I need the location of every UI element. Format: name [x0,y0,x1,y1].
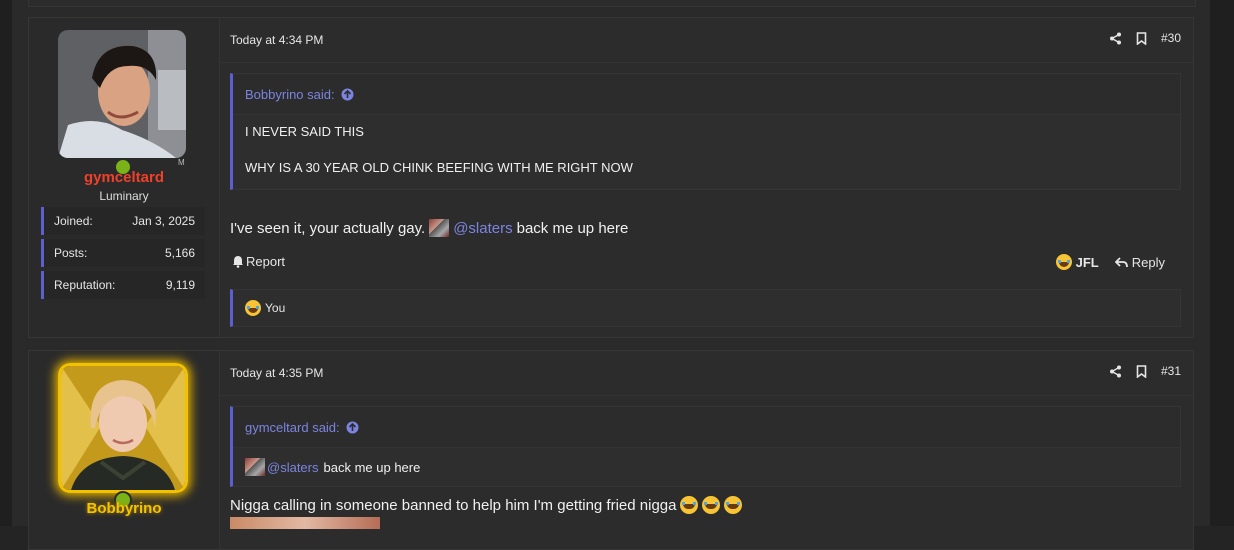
post-number[interactable]: #31 [1161,364,1181,378]
stat-value: Jan 3, 2025 [132,214,195,228]
stat-value: 9,119 [165,278,195,292]
quote-line: I NEVER SAID THIS [245,124,364,139]
bell-icon [233,256,243,268]
quote-block: Bobbyrino said: I NEVER SAID THIS WHY IS… [230,73,1181,190]
post-body: Nigga calling in someone banned to help … [230,496,743,514]
post-30: M gymceltard Luminary Joined: Jan 3, 202… [28,17,1194,338]
avatar[interactable]: M [58,30,188,176]
stat-reputation: Reputation: 9,119 [41,271,205,299]
tears-of-joy-icon [1055,254,1072,270]
reply-label[interactable]: Reply [1132,255,1165,270]
reaction-label[interactable]: JFL [1076,255,1099,270]
quote-author[interactable]: gymceltard said: [245,420,340,435]
body-text: I've seen it, your actually gay. [230,219,426,237]
quote-header[interactable]: Bobbyrino said: [233,74,1180,115]
reacted-by[interactable]: You [265,301,285,315]
body-text: Nigga calling in someone banned to help … [230,496,677,514]
report-label[interactable]: Report [246,254,285,269]
username[interactable]: gymceltard [29,169,219,186]
arrow-up-circle-icon[interactable] [341,88,354,101]
post-actions: #30 [1109,31,1181,45]
post-31: Bobbyrino Today at 4:35 PM #31 gymceltar… [28,350,1194,550]
post-number[interactable]: #30 [1161,31,1181,45]
reactions-bar[interactable]: You [230,289,1181,327]
stat-value: 5,166 [164,246,195,260]
quote-header[interactable]: gymceltard said: [233,407,1180,448]
reply-button[interactable]: Reply [1114,255,1165,270]
tears-of-joy-icon [724,496,743,514]
post-header: Today at 4:34 PM #30 [220,18,1193,63]
mention-avatar [429,219,450,237]
user-panel: Bobbyrino [29,351,220,549]
post-header: Today at 4:35 PM #31 [220,351,1193,396]
arrow-up-circle-icon[interactable] [346,421,359,434]
badge-icon: M [178,158,185,167]
message-column: Today at 4:34 PM #30 Bobbyrino said: I N… [220,18,1193,337]
quote-content: @slaters back me up here [233,448,1180,484]
mention-link[interactable]: @slaters [267,460,319,475]
body-text: back me up here [516,219,629,237]
embedded-image[interactable] [230,517,380,529]
post-body: I've seen it, your actually gay. @slater… [230,219,628,237]
tears-of-joy-icon [702,496,721,514]
user-panel: M gymceltard Luminary Joined: Jan 3, 202… [29,18,220,337]
footer-actions: JFL Reply [1055,254,1165,270]
page-margin-right [1210,0,1234,526]
post-actions: #31 [1109,364,1181,378]
mention-link[interactable]: @slaters [453,220,512,237]
bookmark-icon[interactable] [1136,364,1147,378]
quote-block: gymceltard said: @slaters back me up her… [230,406,1181,487]
stat-joined: Joined: Jan 3, 2025 [41,207,205,235]
previous-post-edge [28,0,1196,7]
post-date[interactable]: Today at 4:35 PM [230,366,323,380]
stat-label: Reputation: [54,278,116,292]
message-column: Today at 4:35 PM #31 gymceltard said: @s… [220,351,1193,549]
avatar[interactable] [58,363,188,509]
share-icon[interactable] [1109,32,1122,45]
post-footer: Report JFL Reply [220,252,1193,274]
reaction-button[interactable]: JFL [1055,254,1099,270]
tears-of-joy-icon [680,496,699,514]
stat-posts: Posts: 5,166 [41,239,205,267]
stat-label: Joined: [54,214,93,228]
avatar-image[interactable] [58,30,186,158]
quote-content: I NEVER SAID THIS WHY IS A 30 YEAR OLD C… [233,115,1180,185]
report-button[interactable]: Report [232,254,285,269]
stat-label: Posts: [54,246,88,260]
avatar-image[interactable] [58,363,188,493]
quote-line: WHY IS A 30 YEAR OLD CHINK BEEFING WITH … [245,160,633,175]
post-date[interactable]: Today at 4:34 PM [230,33,323,47]
mention-avatar [245,458,265,476]
page-margin-left [0,0,12,526]
share-icon[interactable] [1109,365,1122,378]
quote-line: back me up here [323,459,421,475]
quote-author[interactable]: Bobbyrino said: [245,87,335,102]
user-title: Luminary [99,189,149,203]
reply-icon [1114,256,1128,267]
tears-of-joy-icon [245,300,261,316]
bookmark-icon[interactable] [1136,31,1147,45]
username[interactable]: Bobbyrino [29,500,219,517]
